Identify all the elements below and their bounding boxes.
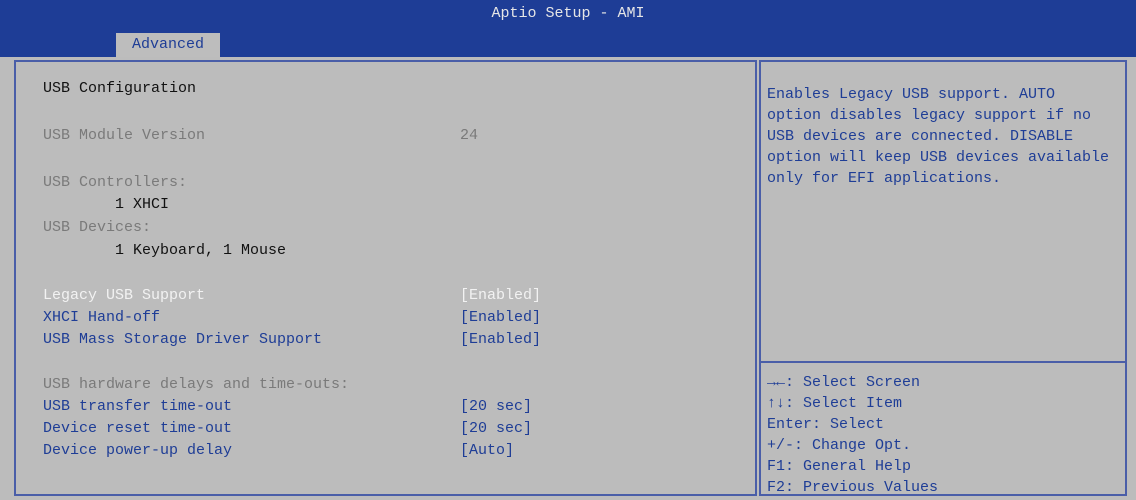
help-divider xyxy=(761,361,1125,363)
key-change-opt: +/-: Change Opt. xyxy=(767,437,912,454)
page-title: USB Configuration xyxy=(43,80,197,97)
usb-controllers-value: 1 XHCI xyxy=(115,196,170,213)
help-text: Enables Legacy USB support. AUTO option … xyxy=(767,86,1119,187)
usb-delays-heading: USB hardware delays and time-outs: xyxy=(43,376,350,393)
device-power-up-delay-value[interactable]: [Auto] xyxy=(460,440,514,462)
usb-module-version-value: 24 xyxy=(460,127,479,144)
app-title: Aptio Setup - AMI xyxy=(491,5,645,22)
tab-advanced[interactable]: Advanced xyxy=(116,33,220,57)
device-reset-timeout-value[interactable]: [20 sec] xyxy=(460,418,532,440)
usb-transfer-timeout-label[interactable]: USB transfer time-out xyxy=(43,396,232,418)
usb-transfer-timeout-value[interactable]: [20 sec] xyxy=(460,396,532,418)
xhci-hand-off-label[interactable]: XHCI Hand-off xyxy=(43,307,160,329)
key-enter-select: Enter: Select xyxy=(767,416,885,433)
usb-mass-storage-label[interactable]: USB Mass Storage Driver Support xyxy=(43,329,322,351)
legacy-usb-support-value[interactable]: [Enabled] xyxy=(460,285,541,307)
key-general-help: F1: General Help xyxy=(767,458,912,475)
title-bar: Aptio Setup - AMI Advanced xyxy=(0,0,1136,57)
usb-devices-label: USB Devices: xyxy=(43,219,152,236)
device-power-up-delay-label[interactable]: Device power-up delay xyxy=(43,440,232,462)
key-select-screen: →←: Select Screen xyxy=(767,374,921,391)
usb-devices-value: 1 Keyboard, 1 Mouse xyxy=(115,242,287,259)
xhci-hand-off-value[interactable]: [Enabled] xyxy=(460,307,541,329)
legacy-usb-support-label[interactable]: Legacy USB Support xyxy=(43,285,205,307)
usb-module-version-label: USB Module Version xyxy=(43,127,206,144)
main-panel: USB Configuration USB Module Version 24 … xyxy=(14,60,757,496)
usb-controllers-label: USB Controllers: xyxy=(43,174,188,191)
help-panel: Enables Legacy USB support. AUTO option … xyxy=(759,60,1127,496)
key-previous-values: F2: Previous Values xyxy=(767,479,939,496)
key-select-item: ↑↓: Select Item xyxy=(767,395,903,412)
device-reset-timeout-label[interactable]: Device reset time-out xyxy=(43,418,232,440)
usb-mass-storage-value[interactable]: [Enabled] xyxy=(460,329,541,351)
